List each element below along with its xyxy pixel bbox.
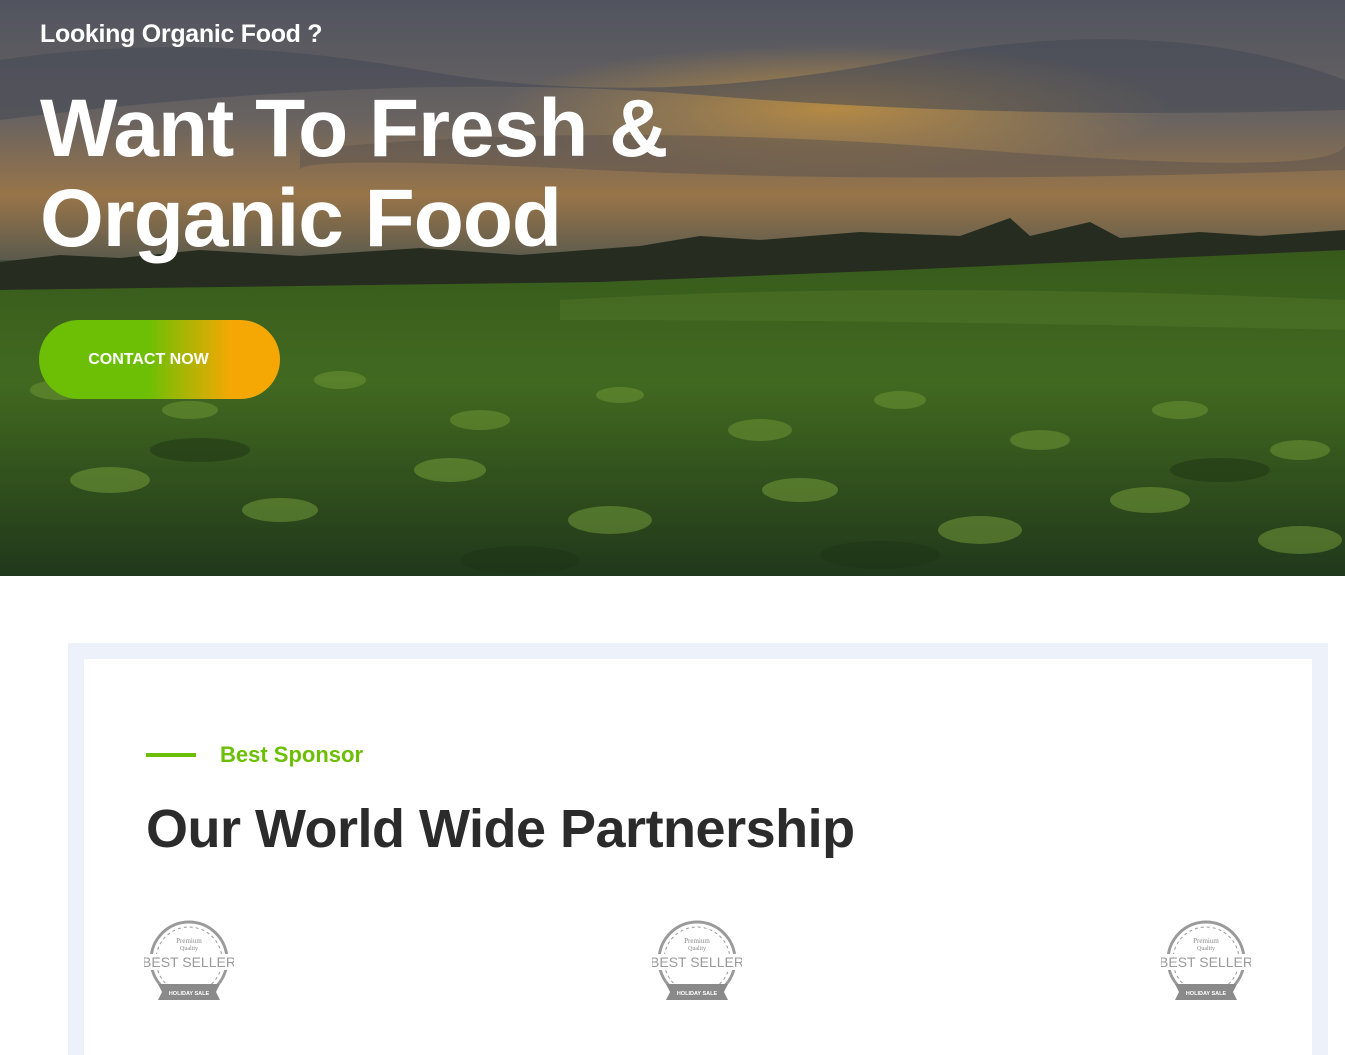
contact-now-button[interactable]: CONTACT NOW: [39, 320, 280, 399]
best-seller-badge-icon: Premium Quality BEST SELLER HOLIDAY SALE: [1159, 920, 1253, 1000]
svg-text:Quality: Quality: [1197, 946, 1215, 952]
partners-subtitle: Best Sponsor: [220, 742, 364, 767]
svg-text:Premium: Premium: [1193, 937, 1219, 945]
partners-title: Our World Wide Partnership: [146, 799, 855, 859]
hero-headline: Want To Fresh & Organic Food: [40, 83, 668, 264]
partners-subtitle-row: Best Sponsor: [146, 742, 363, 768]
svg-text:Quality: Quality: [688, 946, 706, 952]
subtitle-accent-line: [146, 753, 196, 757]
svg-text:Premium: Premium: [684, 937, 710, 945]
svg-text:BEST SELLER: BEST SELLER: [1161, 954, 1251, 970]
svg-text:HOLIDAY SALE: HOLIDAY SALE: [1186, 991, 1227, 997]
svg-text:HOLIDAY SALE: HOLIDAY SALE: [677, 991, 718, 997]
svg-text:Quality: Quality: [180, 946, 198, 952]
best-seller-badge-icon: Premium Quality BEST SELLER HOLIDAY SALE: [650, 920, 744, 1000]
partner-logo-1[interactable]: Premium Quality BEST SELLER HOLIDAY SALE: [142, 918, 236, 1006]
partner-logo-3[interactable]: Premium Quality BEST SELLER HOLIDAY SALE: [1159, 918, 1253, 1006]
svg-text:BEST SELLER: BEST SELLER: [144, 954, 234, 970]
svg-text:BEST SELLER: BEST SELLER: [652, 954, 742, 970]
hero-kicker: Looking Organic Food ?: [40, 20, 323, 48]
svg-text:Premium: Premium: [176, 937, 202, 945]
svg-text:HOLIDAY SALE: HOLIDAY SALE: [169, 991, 210, 997]
hero-banner: Looking Organic Food ? Want To Fresh & O…: [0, 0, 1345, 576]
partner-logo-2[interactable]: Premium Quality BEST SELLER HOLIDAY SALE: [650, 918, 744, 1006]
best-seller-badge-icon: Premium Quality BEST SELLER HOLIDAY SALE: [142, 920, 236, 1000]
